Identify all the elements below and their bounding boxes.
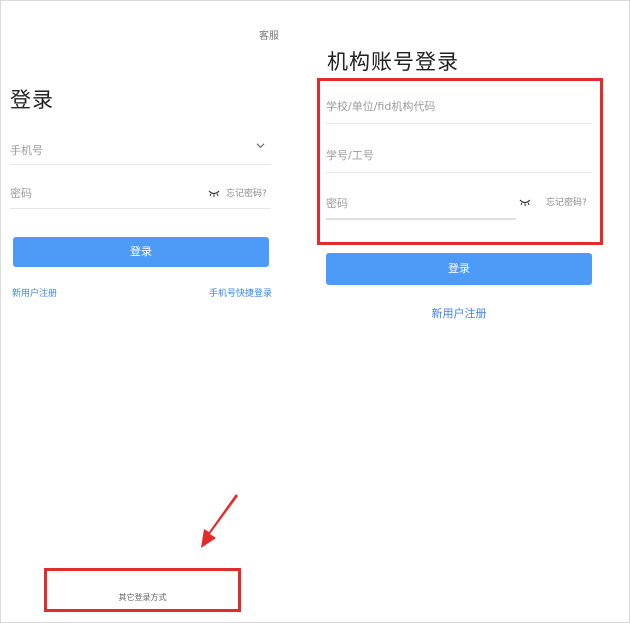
institution-code-input[interactable]: 学校/单位/fid机构代码 (326, 90, 592, 124)
page-title: 登录 (10, 88, 54, 112)
customer-service-link[interactable]: 客服 (259, 27, 279, 42)
personal-login-panel: 客服 登录 手机号 密码 忘记密码? 登录 新用户注册 手机号快捷登录 其它登录… (0, 0, 290, 623)
eye-closed-icon[interactable] (519, 198, 531, 206)
other-login-highlight: 其它登录方式 (44, 568, 241, 612)
institution-code-placeholder: 学校/单位/fid机构代码 (326, 100, 436, 113)
institution-login-button[interactable]: 登录 (326, 253, 592, 285)
institution-forgot-password-link[interactable]: 忘记密码? (546, 195, 587, 208)
phone-input[interactable]: 手机号 (10, 132, 271, 165)
eye-closed-icon[interactable] (208, 189, 220, 197)
institution-login-title: 机构账号登录 (327, 50, 459, 74)
institution-register-link[interactable]: 新用户注册 (300, 305, 618, 321)
login-button[interactable]: 登录 (13, 237, 269, 267)
institution-login-panel: 机构账号登录 学校/单位/fid机构代码 学号/工号 密码 忘记密码? 登录 新… (300, 0, 630, 623)
chevron-down-icon[interactable] (256, 141, 265, 150)
phone-placeholder: 手机号 (10, 144, 43, 157)
student-id-input[interactable]: 学号/工号 (326, 139, 592, 173)
forgot-password-link[interactable]: 忘记密码? (226, 186, 267, 199)
quick-login-link[interactable]: 手机号快捷登录 (209, 286, 272, 299)
register-link[interactable]: 新用户注册 (12, 286, 57, 299)
institution-password-input[interactable]: 密码 忘记密码? (326, 188, 592, 220)
password-placeholder: 密码 (10, 187, 32, 200)
arrow-icon (201, 494, 238, 548)
password-underline (326, 218, 516, 220)
institution-password-placeholder: 密码 (326, 197, 348, 210)
password-input[interactable]: 密码 忘记密码? (10, 176, 271, 209)
student-id-placeholder: 学号/工号 (326, 149, 374, 162)
other-login-link[interactable]: 其它登录方式 (47, 592, 238, 603)
